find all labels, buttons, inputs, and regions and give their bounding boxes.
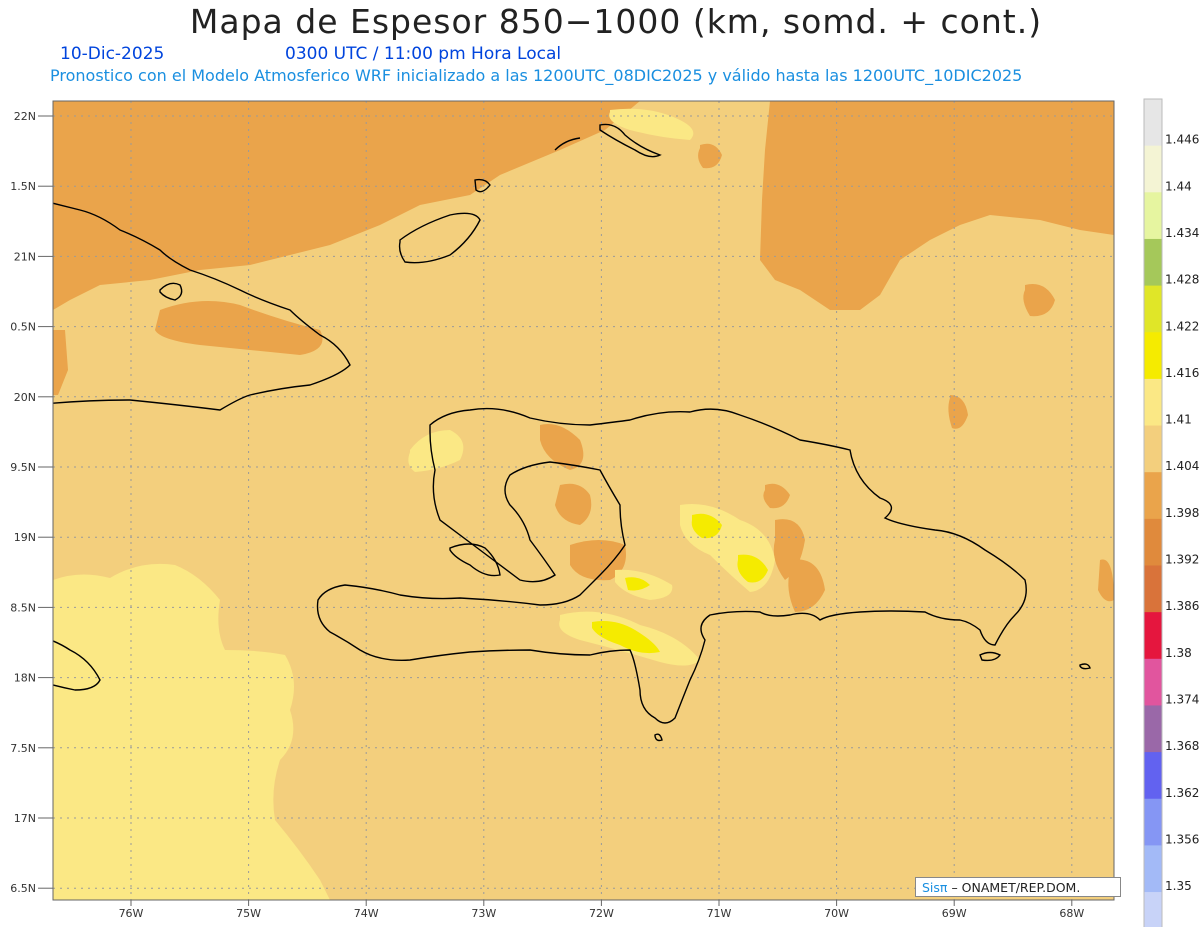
lon-label: 69W [942, 907, 967, 920]
color-legend: 1.446 1.44 1.434 1.428 1.422 1.416 1.41 1.404 1.… [1143, 98, 1199, 927]
legend-label: 1.44 [1165, 179, 1192, 193]
legend-label: 1.392 [1165, 553, 1199, 567]
legend-label: 1.41 [1165, 413, 1192, 427]
legend-label: 1.38 [1165, 646, 1192, 660]
lat-label: 6.5N [10, 882, 36, 895]
legend-label: 1.398 [1165, 506, 1199, 520]
lon-label: 68W [1059, 907, 1084, 920]
lon-label: 75W [236, 907, 261, 920]
credit-box: Sisπ – ONAMET/REP.DOM. [915, 877, 1121, 897]
legend-swatch [1144, 378, 1162, 427]
legend-swatch [1144, 238, 1162, 287]
legend-label: 1.434 [1165, 226, 1199, 240]
legend-swatch [1144, 145, 1162, 193]
legend-label: 1.35 [1165, 879, 1192, 893]
lon-label: 70W [824, 907, 849, 920]
lat-label: 20N [14, 391, 36, 404]
lat-label: 0.5N [10, 321, 36, 334]
legend-swatch [1144, 798, 1162, 846]
legend-label: 1.362 [1165, 786, 1199, 800]
legend-label: 1.356 [1165, 832, 1199, 846]
lat-label: 18N [14, 672, 36, 685]
lat-label: 17N [14, 812, 36, 825]
legend-swatch [1144, 192, 1162, 240]
legend-swatch [1144, 752, 1162, 800]
lon-label: 71W [707, 907, 732, 920]
legend-swatch [1144, 518, 1162, 566]
lat-label: 1.5N [10, 180, 36, 193]
lat-label: 19N [14, 531, 36, 544]
legend-label: 1.416 [1165, 366, 1199, 380]
lon-label: 73W [471, 907, 496, 920]
legend-label: 1.428 [1165, 273, 1199, 287]
legend-swatch [1144, 472, 1162, 520]
lon-label: 76W [119, 907, 144, 920]
legend-label: 1.374 [1165, 692, 1199, 706]
lon-label: 74W [354, 907, 379, 920]
legend-label: 1.386 [1165, 599, 1199, 613]
legend-label: 1.422 [1165, 319, 1199, 333]
legend-swatch [1144, 332, 1162, 380]
legend-label: 1.404 [1165, 459, 1199, 473]
legend-swatch [1144, 892, 1162, 927]
lat-label: 22N [14, 110, 36, 123]
legend-swatch [1144, 612, 1162, 660]
thickness-map: 22N 1.5N 21N 0.5N 20N 9.5N 19N 8.5N 18N 7.5N 17N 6.… [10, 98, 1199, 927]
legend-swatch [1144, 99, 1162, 147]
lat-label: 9.5N [10, 461, 36, 474]
legend-label: 1.368 [1165, 739, 1199, 753]
legend-swatch [1144, 658, 1162, 706]
lat-label: 7.5N [10, 742, 36, 755]
legend-swatch [1144, 845, 1162, 893]
latitude-labels: 22N 1.5N 21N 0.5N 20N 9.5N 19N 8.5N 18N 7.5N 17N 6.… [10, 110, 53, 895]
legend-label: 1.446 [1165, 133, 1199, 147]
lat-label: 21N [14, 250, 36, 263]
legend-swatch [1144, 425, 1162, 473]
lat-label: 8.5N [10, 601, 36, 614]
credit-text: – ONAMET/REP.DOM. [951, 879, 1081, 895]
legend-swatch [1144, 705, 1162, 753]
credit-sis: Sisπ [922, 879, 948, 895]
longitude-labels: 76W 75W 74W 73W 72W 71W 70W 69W 68W [119, 900, 1084, 920]
legend-swatch [1144, 565, 1162, 613]
legend-swatch [1144, 285, 1162, 333]
lon-label: 72W [589, 907, 614, 920]
